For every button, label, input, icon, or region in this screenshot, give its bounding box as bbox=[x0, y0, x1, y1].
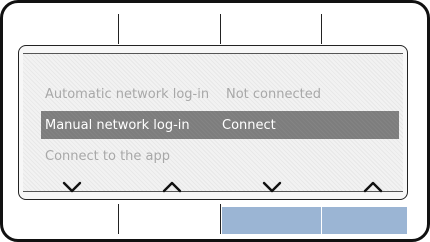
softkey-3-active[interactable] bbox=[222, 207, 321, 234]
menu-item-automatic-network-login[interactable]: Automatic network log-in Not connected bbox=[45, 80, 399, 108]
softkey-4-active[interactable] bbox=[322, 207, 407, 234]
menu-item-manual-network-login[interactable]: Manual network log-in Connect bbox=[41, 111, 399, 139]
top-softkey-divider-2 bbox=[220, 14, 221, 44]
top-softkey-divider-3 bbox=[321, 14, 322, 44]
bottom-softkey-divider-2 bbox=[220, 204, 221, 234]
menu-item-value: Not connected bbox=[226, 86, 321, 102]
chevron-down-icon[interactable] bbox=[260, 179, 284, 195]
menu-item-value: Connect bbox=[222, 117, 276, 133]
menu-item-label: Connect to the app bbox=[45, 148, 171, 164]
chevron-up-icon[interactable] bbox=[160, 179, 184, 195]
menu-panel: Automatic network log-in Not connected M… bbox=[23, 53, 403, 195]
bottom-softkey-divider-3 bbox=[321, 204, 322, 234]
chevron-down-icon[interactable] bbox=[60, 179, 84, 195]
display-screen: Automatic network log-in Not connected M… bbox=[18, 45, 408, 200]
menu-item-label: Automatic network log-in bbox=[45, 86, 210, 102]
chevron-up-icon[interactable] bbox=[361, 179, 385, 195]
top-softkey-divider-1 bbox=[118, 14, 119, 44]
menu-item-label: Manual network log-in bbox=[45, 117, 190, 133]
bottom-softkey-divider-1 bbox=[118, 204, 119, 234]
menu-item-connect-to-app[interactable]: Connect to the app bbox=[45, 142, 399, 170]
